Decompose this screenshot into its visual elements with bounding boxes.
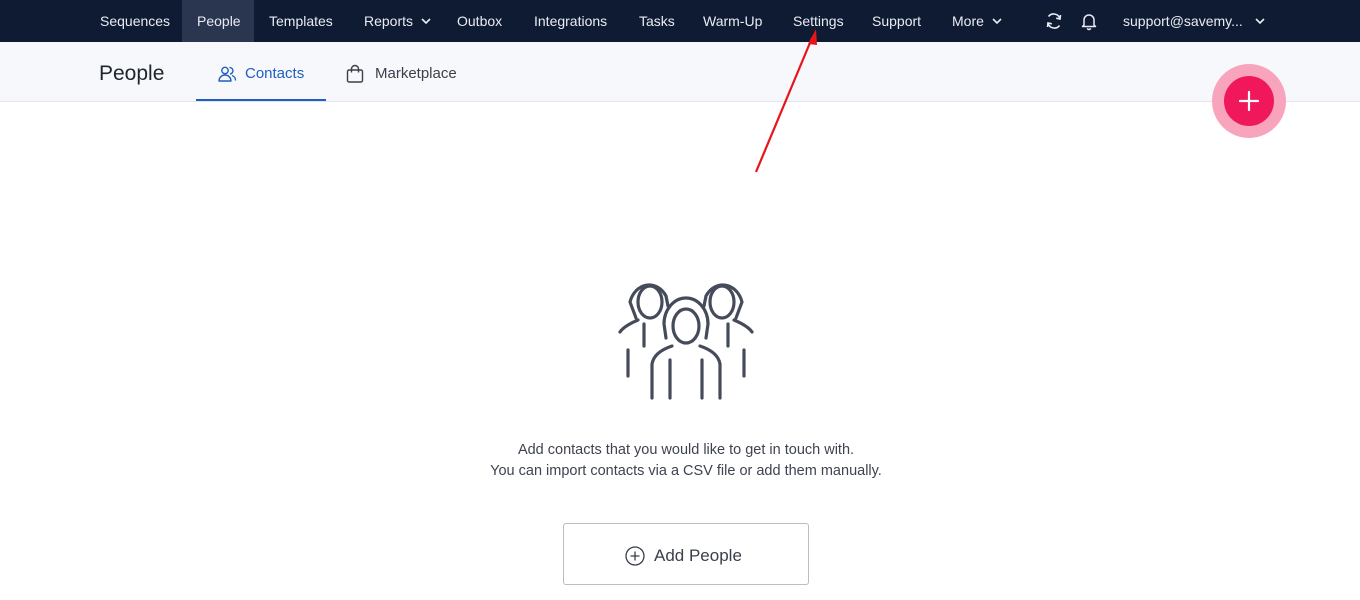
bell-icon[interactable] (1079, 11, 1099, 31)
chevron-down-icon (421, 18, 431, 24)
plus-circle-icon (625, 546, 645, 566)
account-email: support@savemy... (1123, 13, 1243, 29)
nav-item-outbox[interactable]: Outbox (443, 0, 516, 42)
shopping-bag-icon (346, 64, 364, 83)
annotation-arrow (754, 29, 817, 173)
nav-item-more[interactable]: More (938, 0, 1016, 42)
account-menu[interactable]: support@savemy... (1123, 0, 1265, 42)
chevron-down-icon (992, 18, 1002, 24)
people-group-icon (618, 283, 754, 400)
page-title: People (99, 62, 165, 85)
tab-contacts-label: Contacts (245, 65, 305, 82)
nav-item-reports[interactable]: Reports (350, 0, 445, 42)
nav-item-support[interactable]: Support (858, 0, 935, 42)
top-navigation-bar: Sequences People Templates Reports Outbo… (0, 0, 1360, 42)
chevron-down-icon (1255, 18, 1265, 24)
nav-item-integrations[interactable]: Integrations (520, 0, 621, 42)
empty-state-line-2: You can import contacts via a CSV file o… (490, 463, 882, 479)
empty-state-message: Add contacts that you would like to get … (380, 440, 992, 482)
people-icon (218, 66, 237, 82)
add-people-button[interactable]: Add People (563, 523, 809, 585)
plus-icon (1238, 90, 1260, 112)
refresh-icon[interactable] (1044, 11, 1064, 31)
tab-contacts[interactable]: Contacts (196, 42, 326, 101)
nav-item-people[interactable]: People (182, 0, 254, 42)
page-header: People Contacts Marketplace (0, 42, 1360, 102)
nav-item-sequences[interactable]: Sequences (86, 0, 184, 42)
tab-marketplace[interactable]: Marketplace (345, 42, 475, 101)
add-contact-fab-button[interactable] (1224, 76, 1274, 126)
nav-item-templates[interactable]: Templates (255, 0, 347, 42)
tab-marketplace-label: Marketplace (375, 65, 457, 82)
empty-state-line-1: Add contacts that you would like to get … (517, 442, 855, 458)
nav-item-tasks[interactable]: Tasks (625, 0, 689, 42)
nav-item-more-label: More (952, 13, 984, 29)
add-people-label: Add People (654, 546, 742, 565)
nav-item-reports-label: Reports (364, 13, 414, 29)
